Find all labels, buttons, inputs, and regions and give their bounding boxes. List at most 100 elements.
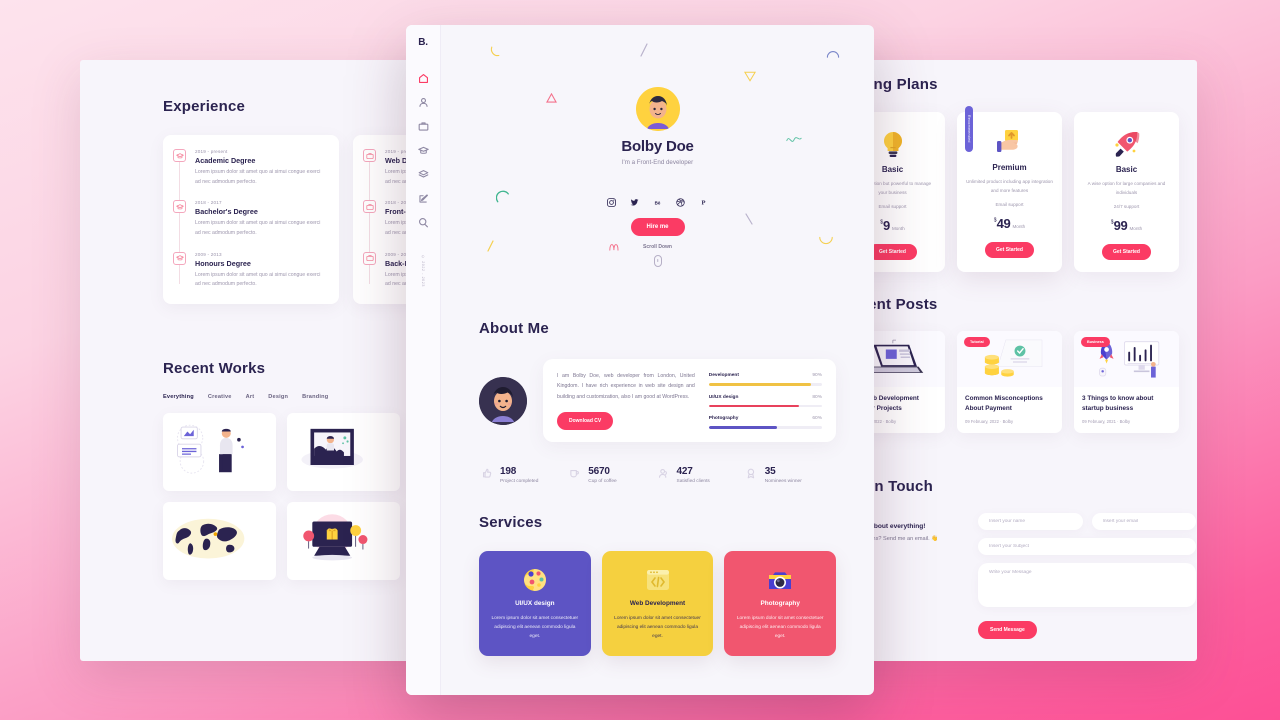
works-filter-creative[interactable]: Creative <box>208 394 232 400</box>
about-card: I am Bolby Doe, web developer from Londo… <box>543 359 836 443</box>
sidebar-item-portfolio[interactable] <box>417 168 430 181</box>
graduation-icon <box>173 200 186 214</box>
post-card[interactable]: Tutorial Common Misconceptions About Paym… <box>957 331 1062 433</box>
social-links: Bē P <box>441 197 874 207</box>
sidebar: B. © 2022 - 2023 <box>406 25 441 695</box>
pricing-card: Basic A wise option for large companies a… <box>1074 112 1179 273</box>
social-link-twitter[interactable] <box>630 197 640 207</box>
works-filter-everything[interactable]: Everything <box>163 394 194 400</box>
stat-number: 35 <box>764 466 776 478</box>
sidebar-item-contact[interactable] <box>417 216 430 229</box>
mouse-scroll-icon[interactable] <box>653 255 662 267</box>
timeline-desc: Lorem ipsum dolor sit amet quo ai simui … <box>195 271 321 288</box>
plan-amount: 9 <box>883 218 890 234</box>
contact-name-input[interactable] <box>978 513 1083 530</box>
plan-name: Basic <box>1115 165 1138 174</box>
portfolio-item[interactable] <box>287 502 400 580</box>
stat-number: 198 <box>500 466 517 478</box>
stat-label: Project completed <box>500 479 539 485</box>
contact-email-input[interactable] <box>1091 513 1196 530</box>
social-link-pinterest[interactable]: P <box>699 197 709 207</box>
behance-icon: Bē <box>655 200 661 205</box>
timeline: 2019 - present Academic Degree Lorem ipsum… <box>173 149 327 290</box>
post-title: Common Misconceptions About Payment <box>965 395 1043 412</box>
deco-arc-blue <box>826 51 840 58</box>
sidebar-item-education[interactable] <box>417 144 430 157</box>
works-filter-branding[interactable]: Branding <box>302 394 328 400</box>
svg-text:P: P <box>702 199 706 206</box>
about-title: About Me <box>479 320 549 337</box>
pinterest-icon: P <box>702 199 706 206</box>
works-filter-art[interactable]: Art <box>246 394 255 400</box>
social-link-instagram[interactable] <box>607 197 617 207</box>
deco-triangle-red <box>546 93 557 103</box>
layers-icon <box>418 170 428 178</box>
sidebar-nav <box>417 72 430 229</box>
chat-icon <box>418 218 428 228</box>
get-started-button[interactable]: Get Started <box>868 244 917 261</box>
contact-form: Send Message <box>978 513 1196 639</box>
get-started-button[interactable]: Get Started <box>1102 244 1151 261</box>
sidebar-item-blog[interactable] <box>417 192 430 205</box>
thumbs-up-icon <box>481 466 492 484</box>
copyright-text: © 2022 - 2023 <box>421 255 425 287</box>
social-link-behance[interactable]: Bē <box>653 197 663 207</box>
skill-name: UI/UX design <box>708 394 739 400</box>
service-name: Web Development <box>629 600 686 608</box>
get-started-button[interactable]: Get Started <box>985 242 1034 259</box>
stat-item: 198 Project completed <box>481 466 569 484</box>
timeline-date: 2018 - 2017 <box>195 200 222 206</box>
stat-label: Nominees winner <box>764 479 802 485</box>
graduation-icon <box>173 251 186 265</box>
portfolio-item[interactable] <box>163 413 276 491</box>
stats-row: 198 Project completed 5670 Cup of coffee 427… <box>479 466 836 484</box>
service-desc: Lorem ipsum dolor sit amet consectetuer … <box>614 616 701 640</box>
service-card[interactable]: Photography Lorem ipsum dolor sit amet co… <box>724 551 837 656</box>
avatar <box>635 87 680 131</box>
works-filter-design[interactable]: Design <box>268 394 288 400</box>
social-link-dribbble[interactable] <box>676 197 686 207</box>
camera-icon <box>734 565 826 595</box>
plan-desc: Unlimited product including app integrat… <box>966 179 1053 193</box>
contact-message-textarea[interactable] <box>978 563 1196 607</box>
skill-bar-track <box>708 426 822 429</box>
plan-period: Month <box>891 226 905 232</box>
contact-subject-input[interactable] <box>978 538 1196 555</box>
service-desc: Lorem ipsum dolor sit amet consectetuer … <box>491 616 579 640</box>
contact-title: Get in Touch <box>840 478 933 495</box>
hire-me-button[interactable]: Hire me <box>630 218 685 236</box>
portfolio-item[interactable] <box>163 502 276 580</box>
plan-period: Month <box>1012 224 1026 230</box>
deco-crescent-yellow <box>490 46 500 57</box>
experience-card: 2019 - present Academic Degree Lorem ipsum… <box>163 135 339 304</box>
sidebar-item-home[interactable] <box>417 72 430 85</box>
timeline-title: Bachelor's Degree <box>195 207 258 217</box>
post-meta: 09 February, 2021 · Bolby <box>1082 418 1131 424</box>
timeline-item: 2018 - 2017 Bachelor's Degree Lorem ipsum … <box>173 200 327 238</box>
stat-item: 427 Satisfied clients <box>658 466 746 484</box>
skill-bar-fill <box>708 426 777 429</box>
plan-support: 24/7 support <box>1113 204 1140 210</box>
timeline-desc: Lorem ipsum dolor sit amet quo ai simui … <box>195 220 321 236</box>
sidebar-item-about[interactable] <box>417 96 430 109</box>
deco-triangle-yellow <box>744 71 756 82</box>
send-message-button[interactable]: Send Message <box>978 621 1037 639</box>
service-card[interactable]: UI/UX design Lorem ipsum dolor sit amet c… <box>479 551 591 656</box>
download-cv-button[interactable]: Download CV <box>557 412 614 431</box>
portfolio-item[interactable] <box>287 413 400 491</box>
post-card[interactable]: Business 3 Things to know about startup b… <box>1074 331 1179 433</box>
skill-percent: 60% <box>812 416 822 422</box>
sidebar-item-experience[interactable] <box>417 120 430 133</box>
logo[interactable]: B. <box>418 37 428 48</box>
front-card-content: Bolby Doe I'm a Front-End developer Bē P … <box>441 25 874 695</box>
contact-section: Get in Touch Let's talk about everything… <box>840 478 1197 639</box>
briefcase-icon <box>363 251 376 265</box>
service-card[interactable]: Web Development Lorem ipsum dolor sit ame… <box>601 551 714 656</box>
skill-bar-track <box>708 404 822 408</box>
service-desc: Lorem ipsum dolor sit amet consectetuer … <box>736 616 824 640</box>
pricing-cards: Basic Simple option but powerful to manag… <box>840 106 1180 273</box>
skill-bar-fill <box>708 404 800 408</box>
skills-list: Development 90% UI/UX design 80% Photography… <box>708 371 822 430</box>
gift-monitor-illustration <box>287 507 400 575</box>
palette-icon <box>489 565 581 595</box>
